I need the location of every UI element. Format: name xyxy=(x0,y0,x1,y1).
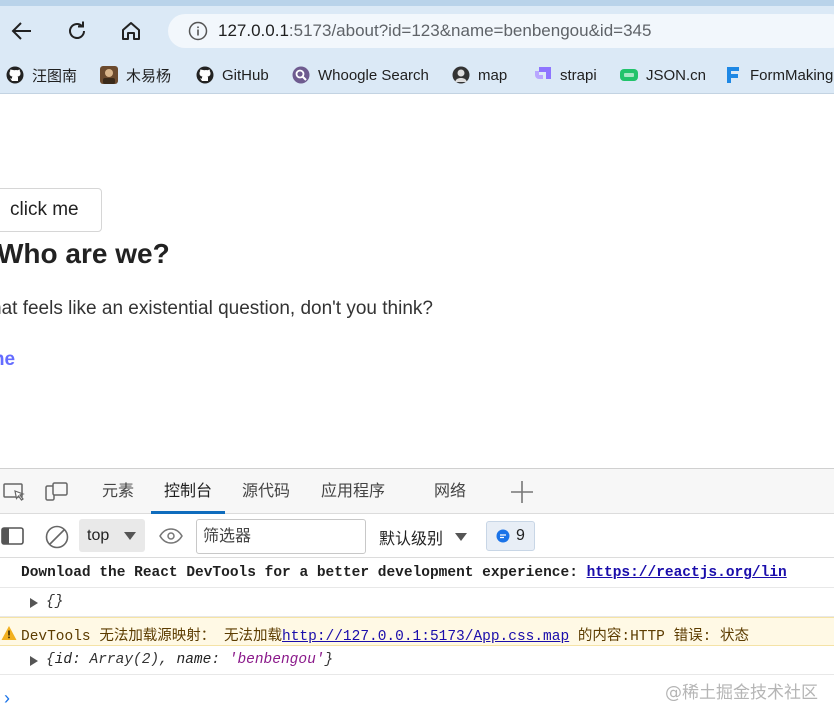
bookmark-label: map xyxy=(478,66,508,84)
arrow-left-icon xyxy=(11,22,31,40)
warning-icon xyxy=(1,626,17,640)
clear-console-button[interactable] xyxy=(43,523,71,551)
add-tab-button[interactable] xyxy=(508,478,536,506)
eye-icon xyxy=(159,528,183,544)
bookmark-label: strapi xyxy=(560,66,597,84)
json-icon xyxy=(620,69,638,81)
tab-console[interactable]: 控制台 xyxy=(151,469,226,514)
bookmarks-bar: 汪图南 木易杨 GitHub Whoogle Search map strapi… xyxy=(0,56,834,94)
bookmark-label: JSON.cn xyxy=(646,66,707,84)
home-button[interactable] xyxy=(115,16,147,46)
bookmark-item[interactable]: Whoogle Search xyxy=(292,62,429,88)
bookmark-item[interactable]: FormMaking xyxy=(724,62,833,88)
bookmark-label: GitHub xyxy=(222,66,269,84)
device-toggle-button[interactable] xyxy=(44,481,70,503)
device-icon xyxy=(45,482,68,501)
avatar-icon xyxy=(100,66,118,84)
tab-elements[interactable]: 元素 xyxy=(102,469,134,514)
console-object: {id: Array(2), name: 'benbengou'} xyxy=(46,652,334,668)
caret-down-icon xyxy=(124,532,136,540)
console-prompt[interactable]: › xyxy=(4,688,10,709)
bookmark-item[interactable]: map xyxy=(452,62,507,88)
tab-network[interactable]: 网络 xyxy=(434,469,466,514)
inspect-button[interactable] xyxy=(2,481,26,503)
message-count: 9 xyxy=(516,527,525,544)
browser-toolbar: 127.0.0.1:5173/about?id=123&name=benbeng… xyxy=(0,6,834,56)
bookmark-label: FormMaking xyxy=(750,66,834,84)
github-icon xyxy=(196,66,214,84)
caret-down-icon xyxy=(455,532,468,541)
warning-text-suffix: 的内容:HTTP 错误: 状态 xyxy=(569,629,749,645)
bookmark-item[interactable]: 汪图南 xyxy=(6,62,77,88)
page-content: click me Who are we? hat feels like an e… xyxy=(0,95,834,468)
message-count-badge[interactable]: 9 xyxy=(486,521,535,551)
bookmark-label: 木易杨 xyxy=(126,67,172,85)
console-message: Download the React DevTools for a better… xyxy=(0,559,834,588)
bookmark-label: 汪图南 xyxy=(32,67,78,85)
bookmark-label: Whoogle Search xyxy=(318,66,429,84)
context-select[interactable]: top xyxy=(79,519,145,552)
sidebar-toggle-button[interactable] xyxy=(0,525,26,547)
home-icon xyxy=(122,22,140,40)
live-expression-button[interactable] xyxy=(158,525,184,547)
home-link[interactable]: ome xyxy=(0,349,15,371)
warning-link[interactable]: http://127.0.0.1:5173/App.css.map xyxy=(282,629,569,645)
plus-icon xyxy=(511,481,533,503)
watermark: @稀土掘金技术社区 xyxy=(665,683,818,703)
reload-icon xyxy=(69,21,85,39)
url-path: :5173/about?id=123&name=benbengou&id=345 xyxy=(288,21,652,40)
url-text[interactable]: 127.0.0.1:5173/about?id=123&name=benbeng… xyxy=(218,21,651,41)
tab-application[interactable]: 应用程序 xyxy=(321,469,385,514)
console-object: {} xyxy=(46,594,64,610)
console-link[interactable]: https://reactjs.org/lin xyxy=(587,565,787,581)
page-title: Who are we? xyxy=(0,238,170,269)
console-message[interactable]: {} xyxy=(0,588,834,617)
expand-triangle-icon[interactable] xyxy=(30,598,38,608)
github-icon xyxy=(6,66,24,84)
address-bar[interactable]: 127.0.0.1:5173/about?id=123&name=benbeng… xyxy=(168,14,834,48)
tab-sources[interactable]: 源代码 xyxy=(242,469,290,514)
filter-input[interactable] xyxy=(196,519,366,554)
back-button[interactable] xyxy=(6,16,38,46)
expand-triangle-icon[interactable] xyxy=(30,656,38,666)
block-icon xyxy=(45,525,69,549)
context-value: top xyxy=(87,526,110,544)
log-levels-label: 默认级别 xyxy=(379,530,444,548)
console-message[interactable]: {id: Array(2), name: 'benbengou'} xyxy=(0,646,834,675)
console-toolbar: top 默认级别 9 xyxy=(0,515,834,558)
reload-button[interactable] xyxy=(61,16,93,46)
page-paragraph: hat feels like an existential question, … xyxy=(0,298,433,319)
devtools-tab-bar: 元素 控制台 源代码 应用程序 网络 xyxy=(0,469,834,514)
message-bubble-icon xyxy=(496,529,510,543)
strapi-icon xyxy=(535,67,551,79)
sidebar-icon xyxy=(1,527,24,545)
bookmark-item[interactable]: GitHub xyxy=(196,62,269,88)
bookmark-item[interactable]: strapi xyxy=(534,62,597,88)
log-levels-dropdown[interactable]: 默认级别 xyxy=(379,515,468,558)
click-me-button[interactable]: click me xyxy=(0,188,102,232)
bookmark-item[interactable]: JSON.cn xyxy=(620,62,706,88)
console-output: Download the React DevTools for a better… xyxy=(0,559,834,675)
bookmark-item[interactable]: 木易杨 xyxy=(100,62,171,88)
console-warning: DevTools 无法加载源映射： 无法加载http://127.0.0.1:5… xyxy=(0,617,834,646)
inspect-icon xyxy=(3,483,25,501)
formmaking-icon xyxy=(727,67,739,83)
console-text: Download the React DevTools for a better… xyxy=(21,565,587,581)
warning-text: DevTools 无法加载源映射： 无法加载 xyxy=(21,629,283,645)
whoogle-icon xyxy=(292,66,310,84)
avatar-icon xyxy=(452,66,470,84)
url-host: 127.0.0.1 xyxy=(218,21,289,40)
info-icon[interactable] xyxy=(188,21,208,41)
